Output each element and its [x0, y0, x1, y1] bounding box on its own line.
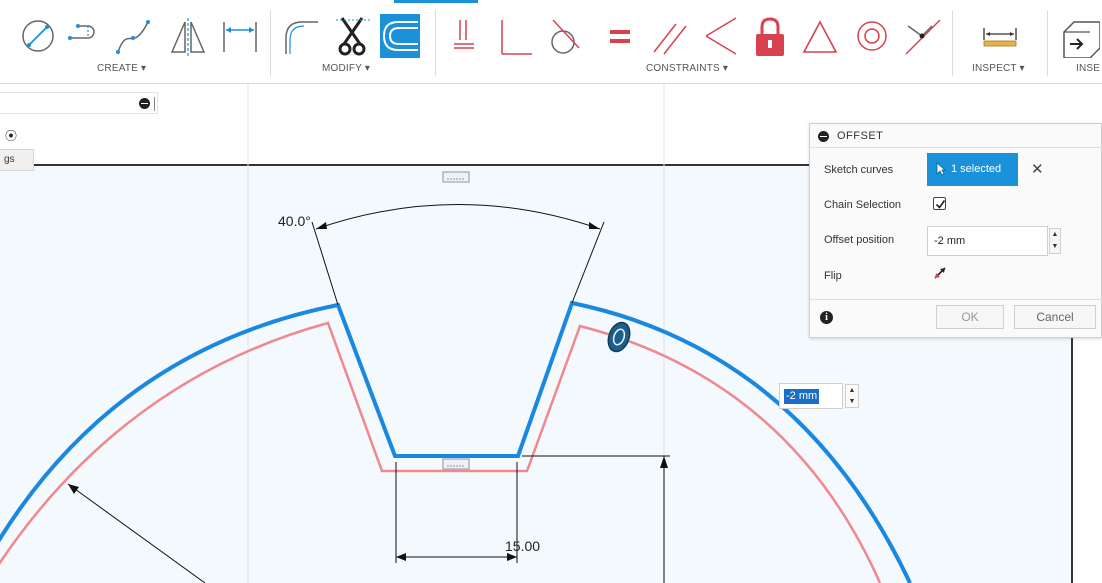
circle-tool[interactable]: [18, 14, 58, 58]
collapse-toggle-icon[interactable]: [139, 98, 150, 109]
radio-icon[interactable]: ⦿: [5, 127, 17, 144]
active-tab-indicator: [394, 0, 478, 3]
browser-panel-row[interactable]: [0, 92, 158, 114]
chain-selection-checkbox[interactable]: [933, 197, 946, 210]
offset-position-input[interactable]: [927, 226, 1048, 256]
equal-constraint-tool[interactable]: [600, 14, 640, 58]
selection-count: 1 selected: [951, 163, 1002, 175]
midpoint-icon: [905, 19, 941, 55]
dialog-footer: i OK Cancel: [810, 299, 1102, 339]
concentric-icon: [857, 21, 887, 51]
concentric-constraint-tool[interactable]: [852, 14, 892, 58]
slot-icon: [68, 24, 95, 40]
constraints-label: CONSTRAINTS: [646, 63, 720, 74]
sketch-curves-label: Sketch curves: [824, 164, 894, 176]
fillet-icon: [285, 21, 318, 54]
chevron-down-icon: ▾: [722, 63, 729, 74]
horizontal-vertical-constraint-icon: [454, 20, 474, 49]
modify-menu[interactable]: MODIFY ▾: [322, 63, 370, 74]
floating-offset-input[interactable]: -2 mm: [779, 383, 843, 409]
insert-tool[interactable]: [1060, 14, 1100, 58]
offset-dialog: OFFSET Sketch curves 1 selected ✕ Chain …: [809, 123, 1102, 338]
triangle-constraint-tool[interactable]: [800, 14, 840, 58]
dimension-icon: [223, 22, 257, 52]
mirror-icon: [170, 18, 206, 56]
scissors-icon: [336, 17, 370, 56]
sketch-curves-selection-button[interactable]: 1 selected: [927, 153, 1018, 186]
collapse-dialog-icon[interactable]: [818, 131, 829, 142]
insert-icon: [1063, 21, 1100, 58]
midpoint-constraint-tool[interactable]: [902, 14, 942, 58]
triangle-icon: [802, 20, 838, 53]
create-menu[interactable]: CREATE ▾: [97, 63, 146, 74]
fillet-tool[interactable]: [282, 14, 322, 58]
perpendicular-icon: [501, 20, 532, 55]
dialog-title: OFFSET: [837, 130, 884, 142]
lock-icon: [756, 17, 784, 56]
collinear-icon: [705, 17, 737, 55]
horizontal-constraint-icon[interactable]: [442, 458, 470, 470]
angle-dimension-text[interactable]: 40.0°: [278, 213, 311, 229]
chevron-down-icon: ▾: [141, 63, 147, 74]
offset-position-label: Offset position: [824, 234, 895, 246]
chevron-down-icon: ▾: [364, 63, 371, 74]
measure-icon: [983, 28, 1017, 47]
flip-icon[interactable]: [932, 265, 948, 281]
collinear-constraint-tool[interactable]: [700, 14, 740, 58]
tangent-icon: [551, 19, 580, 54]
trim-tool[interactable]: [334, 14, 374, 58]
flip-label: Flip: [824, 270, 842, 282]
parallel-constraint-tool[interactable]: [650, 14, 690, 58]
dimension-tool[interactable]: [220, 14, 260, 58]
spline-tool[interactable]: [114, 14, 154, 58]
slot-tool[interactable]: [64, 14, 104, 58]
chain-selection-label: Chain Selection: [824, 199, 902, 211]
circle-icon: [22, 20, 54, 52]
offset-icon: [382, 21, 418, 51]
mirror-tool[interactable]: [168, 14, 208, 58]
measure-tool[interactable]: [980, 14, 1020, 58]
insert-menu[interactable]: INSE: [1076, 63, 1100, 74]
toolbar: CREATE ▾ MODIFY ▾ CONSTRAINTS ▾ INSPECT …: [0, 0, 1102, 84]
constraints-menu[interactable]: CONSTRAINTS ▾: [646, 63, 728, 74]
offset-position-stepper[interactable]: ▲ ▼: [1049, 228, 1061, 254]
create-label: CREATE: [97, 63, 139, 74]
offset-tool[interactable]: [380, 14, 420, 58]
chevron-down-icon: ▾: [1019, 63, 1025, 74]
group-divider: [1047, 10, 1048, 76]
panel-grip[interactable]: [154, 97, 155, 111]
settings-tab[interactable]: gs: [0, 149, 34, 171]
tangent-constraint-tool[interactable]: [545, 14, 585, 58]
group-divider: [952, 10, 953, 76]
group-divider: [270, 10, 271, 76]
floating-offset-stepper[interactable]: ▲ ▼: [845, 384, 859, 408]
insert-label: INSE: [1076, 63, 1101, 74]
horizontal-vertical-constraint-tool[interactable]: [446, 14, 486, 58]
inspect-menu[interactable]: INSPECT ▾: [972, 63, 1025, 74]
spline-icon: [116, 20, 150, 54]
checkmark-icon: [935, 200, 946, 209]
parallel-icon: [653, 23, 687, 55]
modify-label: MODIFY: [322, 63, 362, 74]
horizontal-constraint-icon[interactable]: [442, 171, 470, 183]
cancel-button[interactable]: Cancel: [1014, 305, 1096, 329]
equal-icon: [610, 30, 630, 43]
ok-button[interactable]: OK: [936, 305, 1004, 329]
arrow-cursor-icon: [936, 162, 946, 176]
floating-offset-value[interactable]: -2 mm: [784, 389, 820, 404]
clear-selection-icon[interactable]: ✕: [1031, 160, 1044, 178]
group-divider: [435, 10, 436, 76]
info-icon[interactable]: i: [820, 311, 833, 324]
perpendicular-constraint-tool[interactable]: [494, 14, 534, 58]
width-dimension-text[interactable]: 15.00: [505, 538, 540, 554]
fusion-sketch-workspace: 40.0° 15.00 CREATE ▾ MODIFY ▾ CONSTRAINT…: [0, 0, 1102, 583]
dialog-header[interactable]: OFFSET: [810, 124, 1102, 148]
inspect-label: INSPECT: [972, 63, 1017, 74]
fix-constraint-tool[interactable]: [750, 14, 790, 58]
